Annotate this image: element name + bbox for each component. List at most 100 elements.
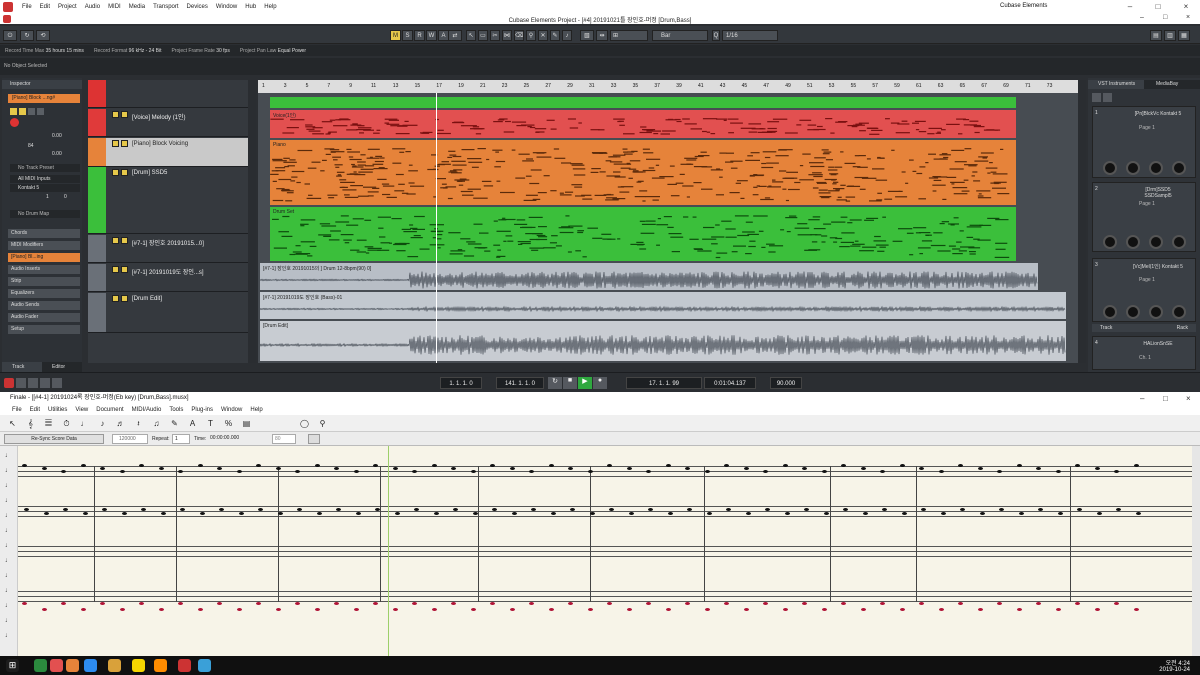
inspector-section[interactable]: [Piano] Bl...ing (8, 253, 80, 262)
color-tool-icon[interactable]: ▧ (580, 30, 594, 41)
inspector-track-name[interactable]: [Piano] Block ...ng# (8, 94, 80, 103)
slot-knob[interactable] (1126, 161, 1140, 175)
finale-menu-utilities[interactable]: Utilities (44, 407, 71, 413)
minimize-button[interactable]: – (1116, 0, 1144, 14)
rack-slot[interactable]: 1 [Pn]BlckVc Kontakt 5 Page 1 (1092, 106, 1196, 178)
menu-audio[interactable]: Audio (81, 4, 104, 10)
finale-scrollbar[interactable] (1192, 446, 1200, 656)
track-row[interactable]: [Drum] SSD5 (88, 167, 255, 234)
finale-maximize-button[interactable]: □ (1163, 392, 1168, 405)
drum-edit-event[interactable]: [Drum Edit] (260, 321, 1066, 361)
ledger-icon[interactable]: ♩ (5, 467, 12, 474)
solo-button[interactable] (121, 169, 128, 176)
rack-section-rack[interactable]: Rack (1177, 324, 1188, 332)
app-icon-2[interactable] (50, 659, 63, 672)
tab-mediabay[interactable]: MediaBay (1144, 80, 1200, 89)
finale-minimize-button[interactable]: – (1140, 392, 1144, 405)
menu-project[interactable]: Project (54, 4, 81, 10)
read-button[interactable] (28, 108, 35, 115)
ledger-icon[interactable]: ♩ (5, 557, 12, 564)
piano-event[interactable]: Piano (270, 140, 1016, 205)
ledger-icon[interactable]: ♩ (5, 452, 12, 459)
constrain-delay-button[interactable]: ↻ (20, 30, 34, 41)
ledger-icon[interactable]: ♩ (5, 527, 12, 534)
tab-vst-instruments[interactable]: VST Instruments (1088, 80, 1144, 89)
left-locator[interactable]: 1. 1. 1. 0 (440, 377, 482, 389)
finale-menu-file[interactable]: File (8, 407, 26, 413)
finale-tool-icon[interactable]: ♫ (150, 418, 163, 429)
split-tool-icon[interactable]: ✂ (490, 30, 500, 41)
slot-knob[interactable] (1149, 235, 1163, 249)
metronome-mode-icon[interactable] (52, 378, 62, 388)
midi-input-select[interactable]: All MIDI Inputs (10, 175, 80, 183)
track-name[interactable]: [Voice] Melody (1인) (132, 112, 186, 121)
zoom-tool-icon[interactable]: ⚲ (526, 30, 536, 41)
grid-type-select[interactable]: Bar (652, 30, 708, 41)
finale-menu-edit[interactable]: Edit (26, 407, 44, 413)
ledger-icon[interactable]: ♩ (5, 542, 12, 549)
toolbar-s-button[interactable]: S (402, 30, 413, 41)
finale-menu-view[interactable]: View (71, 407, 92, 413)
inspector-pan-value[interactable]: 84 (28, 143, 34, 149)
event-scrollbar[interactable] (1078, 80, 1086, 363)
start-icon[interactable]: ⊞ (6, 659, 19, 672)
record-icon[interactable]: ● (593, 377, 607, 389)
slot-knob[interactable] (1172, 235, 1186, 249)
track-name[interactable]: [#7-1] 20191019도 장인...s] (132, 267, 204, 276)
inspector-section[interactable]: Chords (8, 229, 80, 238)
track-preset-field[interactable]: No Track Preset (10, 164, 80, 172)
right-locator[interactable]: 141. 1. 1. 0 (496, 377, 544, 389)
rack-slot[interactable]: 2 [Drm]SSD5 SSDSampl5 Page 1 (1092, 182, 1196, 252)
inspector-section[interactable]: Strip (8, 277, 80, 286)
edge-icon[interactable] (84, 659, 97, 672)
cursor-line[interactable] (436, 93, 437, 363)
track-name[interactable]: [Drum] SSD5 (132, 170, 167, 176)
measure-field[interactable]: 80 (272, 434, 296, 444)
solo-button[interactable] (121, 111, 128, 118)
track-row[interactable]: [#7-1] 20191019도 장인...s] (88, 264, 255, 292)
inspector-section[interactable]: Audio Fader (8, 313, 80, 322)
rack-search-icon[interactable] (1103, 93, 1112, 102)
finale-tool-icon[interactable]: ↖ (6, 418, 19, 429)
ledger-icon[interactable]: ♩ (5, 617, 12, 624)
play-tool-icon[interactable]: ♪ (562, 30, 572, 41)
menu-media[interactable]: Media (125, 4, 149, 10)
time-field[interactable]: 00:00:00.000 (210, 434, 246, 444)
finale-menu-midiaudio[interactable]: MIDI/Audio (128, 407, 166, 413)
project-minimize-button[interactable]: – (1140, 14, 1144, 21)
rack-section-track[interactable]: Track (1100, 324, 1112, 332)
punch-in-icon[interactable] (16, 378, 26, 388)
finale-tool-icon[interactable]: ♬ (114, 418, 127, 429)
mute-button[interactable] (112, 295, 119, 302)
voice-event[interactable]: Voice(1인) (270, 110, 1016, 138)
ledger-icon[interactable]: ♩ (5, 482, 12, 489)
slot-knob[interactable] (1103, 235, 1117, 249)
glue-tool-icon[interactable]: ⋈ (502, 30, 512, 41)
menu-devices[interactable]: Devices (183, 4, 212, 10)
track-row[interactable]: [Drum Edit] (88, 293, 255, 333)
ledger-icon[interactable]: ♩ (5, 587, 12, 594)
midi-output-select[interactable]: Kontakt 5 (10, 184, 80, 192)
ruler[interactable]: 1 3 5 7 9 11 13 15 17 19 21 23 25 27 29 31 33 35 37 39 41 43 4… (258, 80, 1078, 93)
menu-window[interactable]: Window (212, 4, 241, 10)
slot-knob[interactable] (1172, 161, 1186, 175)
draw-tool-icon[interactable]: ✎ (550, 30, 560, 41)
finale-tool-icon[interactable]: 𝄚 (42, 418, 55, 429)
track-row[interactable]: [#7-1] 장인호 20191015...0] (88, 235, 255, 263)
mute-button[interactable] (10, 108, 17, 115)
cycle-icon[interactable]: ↻ (548, 377, 562, 389)
status-item[interactable]: Record Time Max 35 hours 15 mins (0, 48, 89, 54)
score-view[interactable]: ♩ ♩ ♩ ♩ ♩ ♩ ♩ ♩ ♩ ♩ ♩ ♩ ♩ (0, 446, 1192, 656)
mute-button[interactable] (112, 140, 119, 147)
layout-button-1[interactable]: ▤ (1150, 30, 1162, 41)
record-mode-icon[interactable] (4, 378, 14, 388)
finale-tool-icon[interactable]: ♪ (96, 418, 109, 429)
rack-slot[interactable]: 4 HALionSnSE Ch. 1 (1092, 336, 1196, 370)
mute-button[interactable] (112, 237, 119, 244)
autoscroll-button[interactable]: ⇄ (448, 30, 462, 41)
slot-knob[interactable] (1103, 161, 1117, 175)
finale-tool-icon[interactable]: A (186, 418, 199, 429)
toolbar-m-button[interactable]: M (390, 30, 401, 41)
play-icon[interactable]: ▶ (578, 377, 592, 389)
project-close-button[interactable]: × (1186, 14, 1190, 21)
